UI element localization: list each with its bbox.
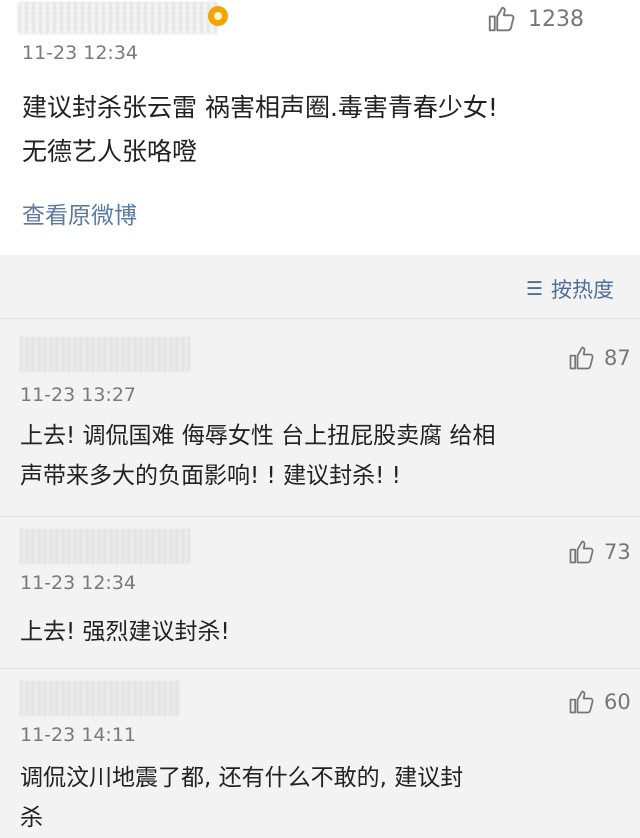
like-button[interactable]: 73 xyxy=(566,538,631,566)
divider xyxy=(0,516,640,517)
blurred-username[interactable] xyxy=(20,336,190,372)
like-button[interactable]: 1238 xyxy=(484,4,584,34)
comment-text: 上去! 强烈建议封杀! xyxy=(20,612,632,652)
divider xyxy=(0,318,640,319)
thumbs-up-icon xyxy=(569,690,594,714)
sort-label: 按热度 xyxy=(551,278,615,302)
comment-text-line: 建议封杀张云雷 祸害相声圈.毒害青春少女! xyxy=(22,93,498,122)
top-comment-card: 1238 11-23 12:34 建议封杀张云雷 祸害相声圈.毒害青春少女! 无… xyxy=(0,0,640,255)
comment-text: 上去! 调侃国难 侮辱女性 台上扭屁股卖腐 给相 声带来多大的负面影响! ! 建… xyxy=(20,416,632,496)
blurred-username[interactable] xyxy=(20,680,180,716)
like-button[interactable]: 87 xyxy=(566,344,631,372)
blurred-username[interactable] xyxy=(20,528,190,564)
like-count: 73 xyxy=(604,540,631,564)
like-count: 1238 xyxy=(528,6,584,32)
comment-text: 建议封杀张云雷 祸害相声圈.毒害青春少女! 无德艺人张咯噔 xyxy=(22,86,632,174)
comment-time: 11-23 12:34 xyxy=(20,572,137,594)
divider xyxy=(0,668,640,669)
comment-text-line: 调侃汶川地震了都, 还有什么不敢的, 建议封 xyxy=(20,765,464,791)
comment-time: 11-23 14:11 xyxy=(20,724,137,746)
comment-text-line: 杀 xyxy=(20,805,43,831)
comment-text-line: 上去! 调侃国难 侮辱女性 台上扭屁股卖腐 给相 xyxy=(20,423,496,449)
blurred-username[interactable] xyxy=(18,2,218,34)
sort-by-hot-button[interactable]: ☰ 按热度 xyxy=(526,274,614,304)
comment-text-line: 声带来多大的负面影响! ! 建议封杀! ! xyxy=(20,463,401,489)
thumbs-up-icon xyxy=(569,346,594,370)
like-count: 60 xyxy=(604,690,631,714)
comment-text: 调侃汶川地震了都, 还有什么不敢的, 建议封 杀 xyxy=(20,758,632,838)
comment-text-line: 上去! 强烈建议封杀! xyxy=(20,619,230,645)
thumbs-up-icon xyxy=(488,6,515,32)
sort-lines-icon: ☰ xyxy=(526,278,544,300)
like-count: 87 xyxy=(604,346,631,370)
view-original-link[interactable]: 查看原微博 xyxy=(22,196,137,230)
comment-text-line: 无德艺人张咯噔 xyxy=(22,137,198,166)
thumbs-up-icon xyxy=(569,540,594,564)
comment-time: 11-23 12:34 xyxy=(22,42,139,64)
comment-time: 11-23 13:27 xyxy=(20,384,137,406)
user-badge-icon xyxy=(208,6,228,26)
like-button[interactable]: 60 xyxy=(566,688,631,716)
